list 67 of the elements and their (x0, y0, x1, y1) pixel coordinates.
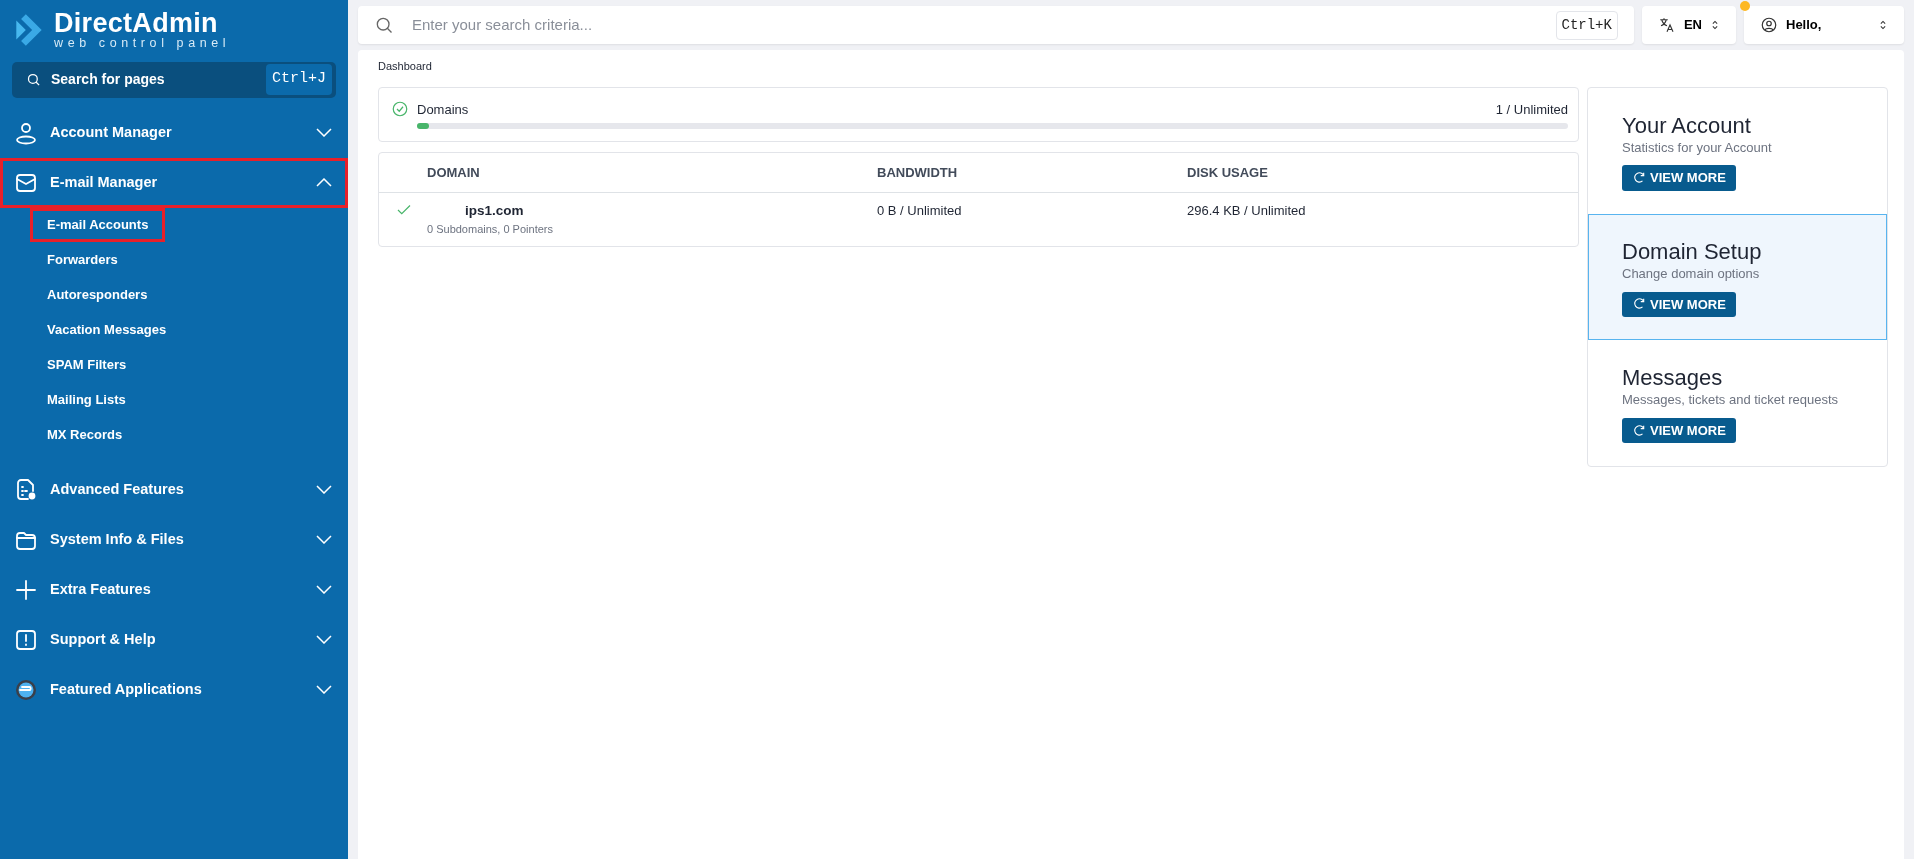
sidebar-menu-item[interactable]: Extra Features (0, 564, 348, 615)
card-title: Your Account (1622, 112, 1752, 138)
submenu-item[interactable]: E-mail Accounts (33, 211, 163, 239)
check-circle-icon (391, 99, 409, 118)
app-logo-icon (14, 677, 38, 702)
search-icon (374, 15, 394, 35)
plus-icon (14, 577, 38, 602)
document-gear-icon (14, 477, 38, 502)
view-more-button[interactable]: VIEW MORE (1622, 291, 1736, 318)
card-subtitle: Statistics for your Account (1622, 138, 1773, 157)
column-header: DISK USAGE (1187, 164, 1268, 180)
language-selector[interactable]: EN (1641, 6, 1736, 44)
submenu-item[interactable]: MX Records (33, 421, 137, 449)
domain-details: 0 Subdomains, 0 Pointers (427, 222, 554, 238)
submenu-item[interactable]: Autoresponders (33, 281, 162, 309)
redo-arrow-icon (1632, 297, 1646, 312)
chevron-down-icon (316, 635, 332, 644)
submenu-item[interactable]: Mailing Lists (33, 386, 140, 414)
chevron-up-icon (316, 178, 332, 187)
submenu-item[interactable]: SPAM Filters (33, 351, 141, 379)
person-icon (14, 120, 38, 145)
submenu-item[interactable]: Forwarders (33, 246, 132, 274)
user-avatar-icon (1760, 16, 1778, 34)
sort-caret-icon (1710, 18, 1720, 32)
domain-link[interactable]: ips1.com (427, 201, 877, 222)
sidebar-menu-item[interactable]: Featured Applications (0, 664, 348, 715)
sort-caret-icon (1878, 18, 1888, 32)
shortcut-key: Ctrl+J (266, 64, 332, 95)
table-cell: 0 B / Unlimited (877, 203, 962, 218)
redo-arrow-icon (1632, 423, 1646, 438)
dashboard-card[interactable]: Domain Setup Change domain options VIEW MORE (1588, 213, 1887, 341)
chevron-down-icon (316, 685, 332, 694)
search-field[interactable]: Enter your search criteria... Ctrl+K (358, 6, 1634, 44)
card-title: Messages (1622, 365, 1724, 391)
dashboard-card[interactable]: Your Account Statistics for your Account VIEW MORE (1588, 87, 1887, 214)
table-cell: 296.4 KB / Unlimited (1187, 203, 1306, 218)
logo-subtitle: web control panel (54, 37, 231, 50)
card-title: Domain Setup (1622, 238, 1763, 265)
view-more-button[interactable]: VIEW MORE (1622, 165, 1736, 191)
exclamation-icon (14, 627, 38, 652)
usage-value: 1 / Unlimited (1495, 100, 1568, 119)
shortcut-key: Ctrl+K (1555, 10, 1618, 40)
view-more-button[interactable]: VIEW MORE (1622, 417, 1736, 444)
submenu-item[interactable]: Vacation Messages (33, 316, 181, 344)
column-header: DOMAIN (427, 164, 480, 180)
search-input[interactable]: Search for pages (49, 68, 239, 91)
usage-label: Domains (417, 100, 469, 119)
dashboard-card[interactable]: Messages Messages, tickets and ticket requests VIEW MORE (1588, 340, 1887, 467)
column-header: BANDWIDTH (877, 164, 958, 180)
sidebar-search-field[interactable]: Search for pages Ctrl+J (12, 61, 336, 98)
sidebar-menu-item[interactable]: Account Manager (0, 107, 348, 158)
translate-icon (1657, 16, 1676, 34)
chevron-down-icon (316, 535, 332, 544)
redo-arrow-icon (1632, 171, 1646, 186)
user-menu-button[interactable]: Hello, (1744, 6, 1904, 44)
search-icon (26, 72, 41, 87)
sidebar-menu-item[interactable]: Support & Help (0, 614, 348, 665)
chevron-down-icon (316, 128, 332, 137)
card-subtitle: Change domain options (1622, 265, 1761, 284)
sidebar-menu-item[interactable]: System Info & Files (0, 514, 348, 565)
sidebar-menu-item[interactable]: Advanced Features (0, 464, 348, 515)
logo-title: DirectAdmin (54, 10, 219, 37)
chevron-down-icon (316, 485, 332, 494)
card-subtitle: Messages, tickets and ticket requests (1622, 391, 1840, 410)
sidebar-menu-item[interactable]: E-mail Manager (0, 157, 348, 208)
breadcrumb-text: Dashboard (378, 59, 433, 74)
chevron-down-icon (316, 585, 332, 594)
